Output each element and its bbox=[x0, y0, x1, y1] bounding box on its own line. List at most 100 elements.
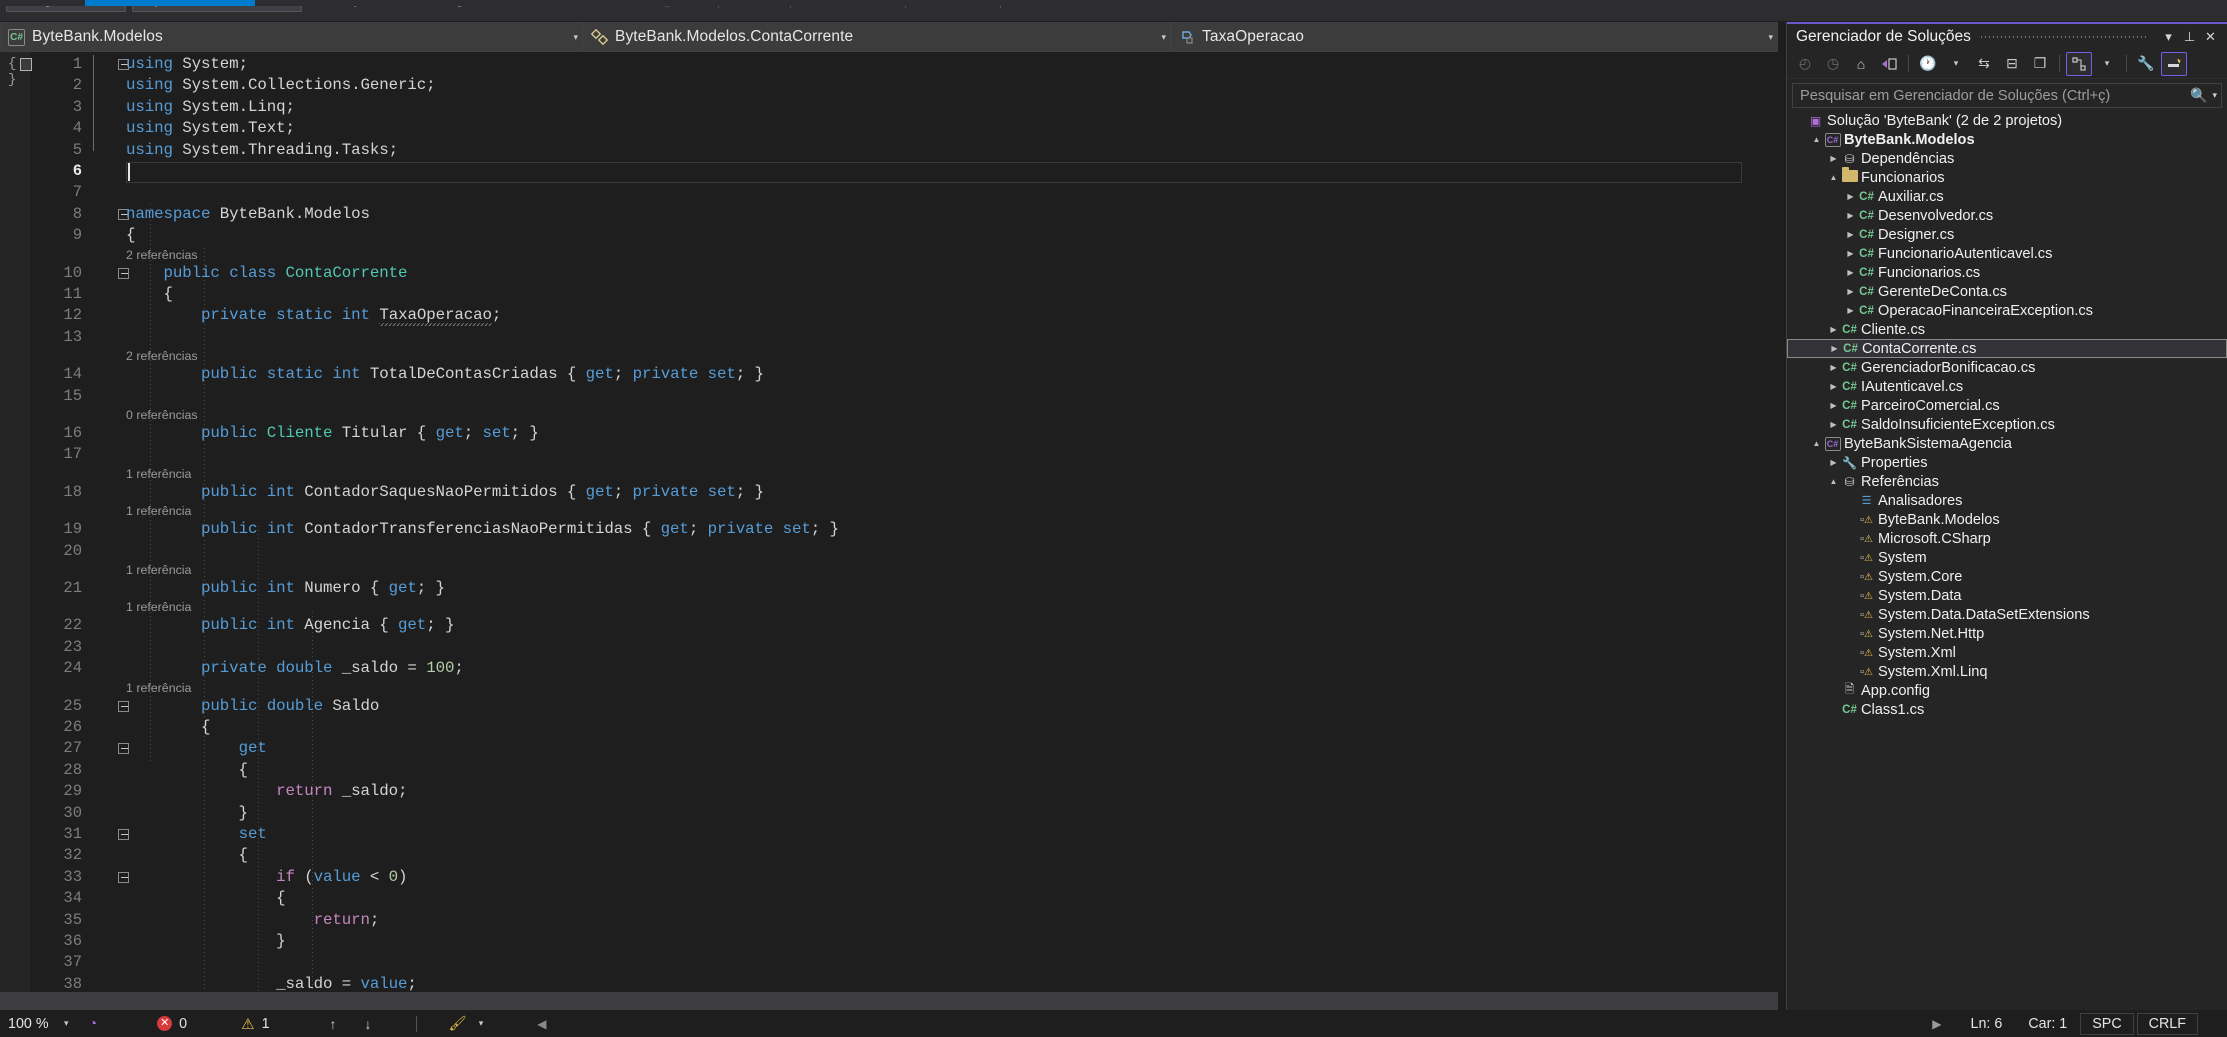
tree-item[interactable]: ▶ 🔧 Properties bbox=[1787, 453, 2227, 472]
code-line[interactable]: 6 bbox=[30, 161, 1742, 183]
code-line[interactable]: 29 return _saldo; bbox=[30, 781, 1742, 802]
tree-item[interactable]: 🗎 App.config bbox=[1787, 681, 2227, 700]
codelens-reference-row[interactable]: 2 referências bbox=[30, 247, 1742, 263]
tree-item-selected[interactable]: ▶ C# ContaCorrente.cs bbox=[1787, 339, 2227, 358]
codelens-reference-text[interactable]: 2 referências bbox=[126, 348, 198, 364]
sync-with-active-document-icon[interactable] bbox=[1876, 52, 1902, 76]
search-input[interactable] bbox=[1800, 87, 2191, 104]
code-line-text[interactable]: using System.Collections.Generic; bbox=[126, 75, 436, 96]
tree-item[interactable]: ▶ C# Auxiliar.cs bbox=[1787, 187, 2227, 206]
expand-collapse-icon-open[interactable]: ▲ bbox=[1810, 135, 1823, 144]
solution-views-icon[interactable] bbox=[2066, 51, 2092, 76]
code-line[interactable]: 19 public int ContadorTransferenciasNaoP… bbox=[30, 519, 1742, 540]
tree-item[interactable]: ▶ C# Cliente.cs bbox=[1787, 320, 2227, 339]
next-issue-arrow-icon[interactable]: ↓ bbox=[351, 1016, 386, 1032]
expand-collapse-icon-closed[interactable]: ▶ bbox=[1844, 192, 1857, 201]
code-line[interactable]: 34 { bbox=[30, 888, 1742, 909]
tree-item[interactable]: ▣ Solução 'ByteBank' (2 de 2 projetos) bbox=[1787, 111, 2227, 130]
code-line[interactable]: 25 public double Saldo bbox=[30, 696, 1742, 717]
code-line[interactable]: 20 bbox=[30, 541, 1742, 562]
expand-collapse-icon-closed[interactable]: ▶ bbox=[1827, 154, 1840, 163]
codelens-reference-text[interactable]: 1 referência bbox=[126, 503, 191, 519]
tree-item[interactable]: ▫⚠ System.Core bbox=[1787, 567, 2227, 586]
warning-count-item[interactable]: ⚠ 1 bbox=[231, 1015, 279, 1033]
code-line[interactable]: 13 bbox=[30, 327, 1742, 348]
collapse-all-icon[interactable]: ⊟ bbox=[1999, 52, 2025, 76]
tree-item[interactable]: ▫⚠ Microsoft.CSharp bbox=[1787, 529, 2227, 548]
codelens-reference-row[interactable]: 1 referência bbox=[30, 599, 1742, 615]
sync-views-icon[interactable]: ⇆ bbox=[1971, 52, 1997, 76]
code-line-text[interactable]: using System.Linq; bbox=[126, 97, 295, 118]
codelens-reference-row[interactable]: 1 referência bbox=[30, 466, 1742, 482]
tree-item[interactable]: ▫⚠ System.Data.DataSetExtensions bbox=[1787, 605, 2227, 624]
tree-item[interactable]: ▶ C# Designer.cs bbox=[1787, 225, 2227, 244]
tree-item[interactable]: ▶ C# ParceiroComercial.cs bbox=[1787, 396, 2227, 415]
tree-item[interactable]: ▶ ⛁ Dependências bbox=[1787, 149, 2227, 168]
code-line[interactable]: 7 bbox=[30, 182, 1742, 203]
code-line-text[interactable]: { bbox=[126, 717, 210, 738]
expand-collapse-icon-open[interactable]: ▲ bbox=[1827, 477, 1840, 486]
show-all-files-icon[interactable]: ❐ bbox=[2027, 52, 2053, 76]
tree-item[interactable]: ▫⚠ System.Xml.Linq bbox=[1787, 662, 2227, 681]
panel-menu-chevron-icon[interactable]: ▾ bbox=[2158, 29, 2179, 45]
code-line[interactable]: 12 private static int TaxaOperacao; bbox=[30, 305, 1742, 327]
expand-collapse-icon-closed[interactable]: ▶ bbox=[1844, 230, 1857, 239]
code-line[interactable]: 2 using System.Collections.Generic; bbox=[30, 75, 1742, 96]
previous-issue-arrow-icon[interactable]: ↑ bbox=[316, 1016, 351, 1032]
expand-collapse-icon-closed[interactable]: ▶ bbox=[1827, 458, 1840, 467]
code-line-text[interactable]: return; bbox=[126, 910, 380, 931]
code-text-area[interactable]: 1 using System; 2 using System.Collections.… bbox=[30, 52, 1742, 1010]
codelens-reference-text[interactable]: 1 referência bbox=[126, 466, 191, 482]
code-line[interactable]: 28 { bbox=[30, 760, 1742, 781]
horizontal-scrollbar[interactable] bbox=[0, 992, 1778, 1010]
code-line-text[interactable]: return _saldo; bbox=[126, 781, 407, 802]
code-line-text[interactable]: { bbox=[126, 760, 248, 781]
expand-collapse-icon-closed[interactable]: ▶ bbox=[1827, 401, 1840, 410]
zoom-chevron-icon[interactable]: ▾ bbox=[62, 1018, 79, 1029]
expand-collapse-icon-closed[interactable]: ▶ bbox=[1828, 344, 1841, 353]
line-ending-indicator[interactable]: CRLF bbox=[2136, 1012, 2198, 1035]
code-line-text[interactable]: public int ContadorSaquesNaoPermitidos {… bbox=[126, 482, 764, 503]
solution-tree[interactable]: ▣ Solução 'ByteBank' (2 de 2 projetos) ▲ C#… bbox=[1787, 111, 2227, 719]
code-line-text[interactable]: using System.Text; bbox=[126, 118, 295, 139]
forward-arrow-icon[interactable]: ◷ bbox=[1820, 52, 1846, 76]
back-arrow-icon[interactable]: ◴ bbox=[1792, 52, 1818, 76]
code-line[interactable]: 5 using System.Threading.Tasks; bbox=[30, 140, 1742, 161]
expand-collapse-icon-closed[interactable]: ▶ bbox=[1844, 211, 1857, 220]
code-line[interactable]: 21 public int Numero { get; } bbox=[30, 578, 1742, 599]
active-document-tab[interactable] bbox=[85, 0, 255, 6]
codelens-reference-text[interactable]: 1 referência bbox=[126, 599, 191, 615]
navbar-type-dropdown[interactable]: ByteBank.Modelos.ContaCorrente ▾ bbox=[583, 22, 1171, 52]
code-line-text[interactable]: public static int TotalDeContasCriadas {… bbox=[126, 364, 764, 385]
code-line-text[interactable]: public double Saldo bbox=[126, 696, 379, 717]
code-line-text[interactable]: { bbox=[126, 845, 248, 866]
search-icon[interactable]: 🔍 bbox=[2190, 87, 2207, 104]
code-line[interactable]: 11 { bbox=[30, 284, 1742, 305]
chevron-down-icon[interactable]: ▾ bbox=[1943, 52, 1969, 76]
codelens-reference-row[interactable]: 1 referência bbox=[30, 562, 1742, 578]
code-line[interactable]: 23 bbox=[30, 637, 1742, 658]
indentation-indicator[interactable]: SPC bbox=[2080, 1012, 2134, 1035]
tree-item[interactable]: ▶ C# IAutenticavel.cs bbox=[1787, 377, 2227, 396]
expand-collapse-icon-closed[interactable]: ▶ bbox=[1827, 363, 1840, 372]
tree-item[interactable]: ▫⚠ System.Xml bbox=[1787, 643, 2227, 662]
close-icon[interactable]: ✕ bbox=[2200, 29, 2221, 45]
chevron-down-icon-2[interactable]: ▾ bbox=[2094, 52, 2120, 76]
tree-item[interactable]: ▲ Funcionarios bbox=[1787, 167, 2227, 187]
tree-item[interactable]: ▲ C# ByteBankSistemaAgencia bbox=[1787, 434, 2227, 453]
tree-item[interactable]: ▶ C# OperacaoFinanceiraException.cs bbox=[1787, 301, 2227, 320]
code-line[interactable]: 18 public int ContadorSaquesNaoPermitido… bbox=[30, 482, 1742, 503]
navbar-project-dropdown[interactable]: C# ByteBank.Modelos ▾ bbox=[0, 22, 583, 52]
code-line[interactable]: 17 bbox=[30, 444, 1742, 465]
code-line-text[interactable]: public int Agencia { get; } bbox=[126, 615, 454, 636]
code-line[interactable]: 35 return; bbox=[30, 910, 1742, 931]
tree-item[interactable]: ☰ Analisadores bbox=[1787, 491, 2227, 510]
solution-explorer-search[interactable]: 🔍 ▾ bbox=[1792, 83, 2222, 108]
code-line-text[interactable]: { bbox=[126, 225, 135, 246]
wrench-icon[interactable]: 🔧 bbox=[2133, 52, 2159, 76]
code-line[interactable]: 26 { bbox=[30, 717, 1742, 738]
code-line-text[interactable]: { bbox=[126, 284, 173, 305]
tree-item[interactable]: ▶ C# Funcionarios.cs bbox=[1787, 263, 2227, 282]
status-play-icon[interactable]: ▶ bbox=[1916, 1017, 1957, 1031]
expand-collapse-icon-closed[interactable]: ▶ bbox=[1827, 420, 1840, 429]
